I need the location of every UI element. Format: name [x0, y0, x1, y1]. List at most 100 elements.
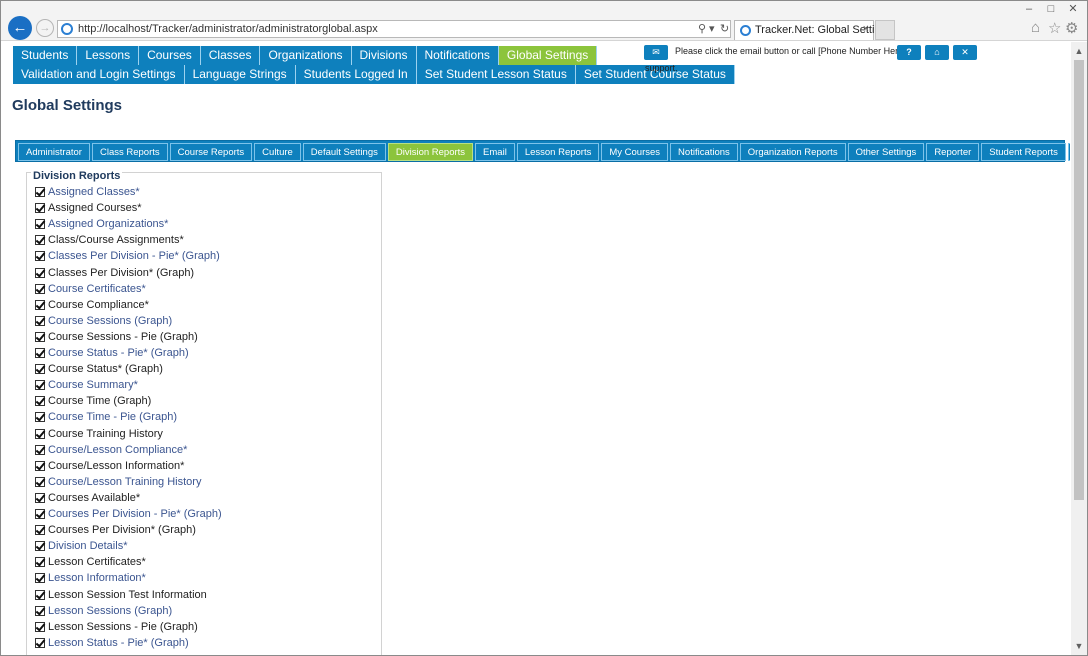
tab-course-reports[interactable]: Course Reports	[169, 143, 253, 161]
subnav-students-logged-in[interactable]: Students Logged In	[295, 65, 417, 84]
report-checkbox[interactable]	[35, 203, 45, 214]
report-checkbox[interactable]	[35, 364, 45, 375]
scroll-thumb[interactable]	[1074, 60, 1084, 500]
report-checkbox[interactable]	[35, 605, 45, 616]
subnav-language-strings[interactable]: Language Strings	[184, 65, 296, 84]
nav-students[interactable]: Students	[13, 46, 78, 65]
report-checkbox[interactable]	[35, 621, 45, 632]
report-checkbox[interactable]	[35, 557, 45, 568]
report-option-label[interactable]: Course Sessions (Graph)	[48, 315, 172, 327]
scroll-up-icon[interactable]: ▲	[1071, 44, 1087, 58]
nav-courses[interactable]: Courses	[139, 46, 201, 65]
report-option-label[interactable]: Course Time (Graph)	[48, 395, 151, 407]
report-option-label[interactable]: Lesson Information*	[48, 572, 146, 584]
tab-division-reports[interactable]: Division Reports	[387, 143, 474, 161]
refresh-icon[interactable]: ↻	[720, 22, 729, 35]
tab-notifications[interactable]: Notifications	[670, 143, 738, 161]
report-checkbox[interactable]	[35, 428, 45, 439]
help-button[interactable]: ?	[897, 45, 921, 60]
report-option-label[interactable]: Course Training History	[48, 428, 163, 440]
tab-reporter[interactable]: Reporter	[926, 143, 980, 161]
report-option-label[interactable]: Division Details*	[48, 540, 127, 552]
home-button[interactable]: ⌂	[925, 45, 949, 60]
maximize-icon[interactable]: □	[1041, 3, 1061, 15]
report-checkbox[interactable]	[35, 460, 45, 471]
report-option-label[interactable]: Lesson Certificates*	[48, 556, 146, 568]
tab-email[interactable]: Email	[475, 143, 515, 161]
tab-other-settings[interactable]: Other Settings	[847, 143, 925, 161]
report-checkbox[interactable]	[35, 396, 45, 407]
report-option-label[interactable]: Course/Lesson Information*	[48, 460, 184, 472]
subnav-validation-and-login-settings[interactable]: Validation and Login Settings	[13, 65, 185, 84]
tab-student-reports[interactable]: Student Reports	[981, 143, 1066, 161]
logout-button[interactable]: ✕	[953, 45, 977, 60]
report-checkbox[interactable]	[35, 348, 45, 358]
report-option-label[interactable]: Courses Available*	[48, 492, 140, 504]
report-option-label[interactable]: Course/Lesson Compliance*	[48, 444, 187, 456]
search-icon[interactable]: ⚲	[698, 22, 706, 35]
report-option-label[interactable]: Course Summary*	[48, 379, 138, 391]
tab-lesson-reports[interactable]: Lesson Reports	[516, 143, 600, 161]
report-option-label[interactable]: Assigned Courses*	[48, 202, 142, 214]
back-button[interactable]: ←	[8, 16, 32, 40]
report-option-label[interactable]: Classes Per Division* (Graph)	[48, 267, 194, 279]
address-bar[interactable]: http://localhost/Tracker/administrator/a…	[57, 20, 731, 38]
report-checkbox[interactable]	[35, 476, 45, 487]
browser-tab[interactable]: Tracker.Net: Global Settings ×	[734, 20, 892, 40]
report-option-label[interactable]: Course Status - Pie* (Graph)	[48, 347, 189, 359]
report-checkbox[interactable]	[35, 509, 45, 519]
report-option-label[interactable]: Lesson Status - Pie* (Graph)	[48, 637, 189, 649]
email-button[interactable]: ✉	[644, 45, 668, 60]
report-option-label[interactable]: Courses Per Division - Pie* (Graph)	[48, 508, 222, 520]
tab-user-interface[interactable]: User Interface	[1067, 143, 1070, 161]
tab-organization-reports[interactable]: Organization Reports	[739, 143, 846, 161]
settings-gear-icon[interactable]: ⚙	[1065, 19, 1078, 37]
nav-organizations[interactable]: Organizations	[260, 46, 352, 65]
report-option-label[interactable]: Lesson Sessions (Graph)	[48, 605, 172, 617]
report-option-label[interactable]: Course Time - Pie (Graph)	[48, 411, 177, 423]
report-checkbox[interactable]	[35, 573, 45, 584]
address-dropdown-icon[interactable]: ▾	[709, 22, 715, 35]
close-window-icon[interactable]: ✕	[1063, 3, 1083, 15]
report-checkbox[interactable]	[35, 331, 45, 342]
report-checkbox[interactable]	[35, 187, 45, 197]
report-checkbox[interactable]	[35, 444, 45, 455]
report-option-label[interactable]: Classes Per Division - Pie* (Graph)	[48, 250, 220, 262]
nav-notifications[interactable]: Notifications	[416, 46, 499, 65]
address-url[interactable]: http://localhost/Tracker/administrator/a…	[78, 23, 378, 35]
report-checkbox[interactable]	[35, 541, 45, 552]
report-option-label[interactable]: Course Certificates*	[48, 283, 146, 295]
report-checkbox[interactable]	[35, 380, 45, 391]
report-checkbox[interactable]	[35, 525, 45, 536]
nav-global-settings[interactable]: Global Settings	[498, 46, 598, 65]
vertical-scrollbar[interactable]: ▲ ▼	[1071, 42, 1087, 655]
report-option-label[interactable]: Course Sessions - Pie (Graph)	[48, 331, 198, 343]
report-checkbox[interactable]	[35, 589, 45, 600]
new-tab-button[interactable]	[875, 20, 895, 40]
scroll-down-icon[interactable]: ▼	[1071, 639, 1087, 653]
report-option-label[interactable]: Lesson Sessions - Pie (Graph)	[48, 621, 198, 633]
tab-default-settings[interactable]: Default Settings	[302, 143, 386, 161]
nav-classes[interactable]: Classes	[200, 46, 261, 65]
tab-my-courses[interactable]: My Courses	[601, 143, 669, 161]
report-option-label[interactable]: Course/Lesson Training History	[48, 476, 201, 488]
report-option-label[interactable]: Class/Course Assignments*	[48, 234, 184, 246]
tab-culture[interactable]: Culture	[254, 143, 301, 161]
home-icon[interactable]: ⌂	[1031, 19, 1040, 36]
report-checkbox[interactable]	[35, 267, 45, 278]
report-checkbox[interactable]	[35, 412, 45, 423]
favorites-star-icon[interactable]: ☆	[1048, 19, 1061, 37]
subnav-set-student-lesson-status[interactable]: Set Student Lesson Status	[416, 65, 576, 84]
minimize-icon[interactable]: –	[1019, 3, 1039, 15]
report-checkbox[interactable]	[35, 251, 45, 262]
report-checkbox[interactable]	[35, 299, 45, 310]
report-checkbox[interactable]	[35, 637, 45, 648]
nav-divisions[interactable]: Divisions	[351, 46, 417, 65]
report-checkbox[interactable]	[35, 219, 45, 230]
report-option-label[interactable]: Lesson Session Test Information	[48, 589, 207, 601]
report-checkbox[interactable]	[35, 315, 45, 326]
forward-button[interactable]: →	[36, 19, 54, 37]
nav-lessons[interactable]: Lessons	[77, 46, 140, 65]
report-checkbox[interactable]	[35, 235, 45, 246]
tab-administrator[interactable]: Administrator	[18, 143, 90, 161]
